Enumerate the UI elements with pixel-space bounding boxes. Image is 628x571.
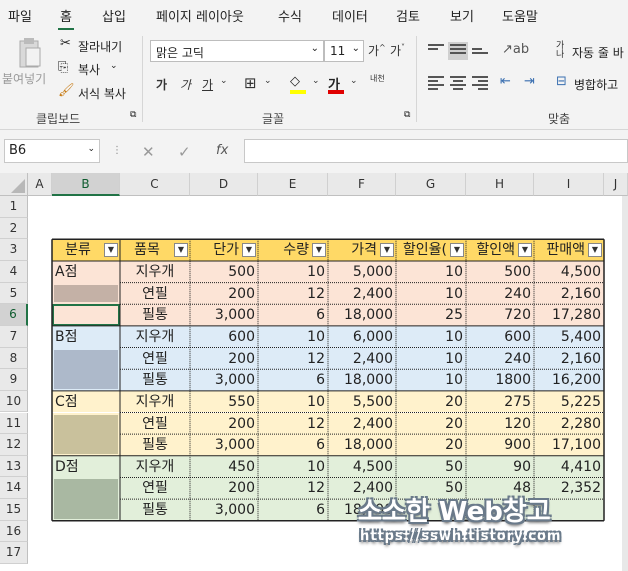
ribbon: 붙여넣기 ✂ 잘라내기 ⎘ 복사 ⌄ 🖌 서식 복사 클립보드 ⧉ 맑은 고딕 … (0, 30, 628, 130)
merge-center-button[interactable]: 병합하고 (574, 76, 618, 93)
chevron-down-icon: ⌄ (87, 144, 95, 154)
align-bottom-icon[interactable] (472, 48, 488, 62)
menu-item-7[interactable]: 보기 (450, 6, 474, 25)
merge-icon[interactable]: ⊟ (556, 74, 567, 89)
clipboard-group-label: 클립보드 (36, 112, 81, 126)
copy-button[interactable]: 복사 (78, 61, 100, 78)
cut-button[interactable]: 잘라내기 (78, 38, 122, 55)
cut-icon: ✂ (60, 36, 71, 51)
align-top-icon[interactable] (428, 44, 444, 58)
group-divider (416, 36, 417, 122)
name-box[interactable]: B6 ⌄ (4, 139, 100, 163)
font-name-select[interactable]: 맑은 고딕 ⌄ (150, 40, 324, 62)
chevron-down-icon[interactable]: ⌄ (312, 76, 320, 86)
increase-font-icon[interactable]: 가^ (368, 42, 386, 59)
font-color-icon[interactable]: 가 (328, 74, 344, 94)
italic-button[interactable]: 가 (180, 76, 191, 93)
paste-button[interactable]: 붙여넣기 (2, 70, 46, 87)
formula-input[interactable] (244, 139, 628, 163)
font-size-value: 11 (330, 44, 346, 58)
chevron-down-icon[interactable]: ⌄ (350, 76, 358, 86)
chevron-down-icon[interactable]: ⌄ (220, 76, 228, 86)
decrease-font-icon[interactable]: 가˅ (390, 42, 405, 59)
border-icon[interactable]: ⊞ (244, 74, 257, 92)
decrease-indent-icon[interactable]: ⇤ (500, 74, 511, 89)
name-box-value: B6 (9, 143, 27, 158)
chevron-down-icon: ⌄ (310, 43, 319, 54)
format-painter-button[interactable]: 서식 복사 (78, 85, 126, 102)
dialog-launcher-icon[interactable]: ⧉ (404, 110, 410, 120)
font-name-value: 맑은 고딕 (156, 46, 204, 60)
format-painter-icon: 🖌 (58, 83, 75, 98)
wrap-text-icon[interactable]: 가나 (556, 42, 564, 60)
menu-item-6[interactable]: 검토 (396, 6, 420, 25)
align-left-icon[interactable] (428, 76, 444, 90)
cancel-icon[interactable]: ✕ (142, 143, 155, 161)
group-divider (142, 36, 143, 122)
alignment-group-label: 맞춤 (548, 112, 571, 126)
worksheet-grid[interactable]: ABCDEFGHIJ 1 2 3 4 5 6 7 8 9 10 11 12 13 14 15 16 17 분류 ▼… (0, 173, 628, 571)
align-center-icon[interactable] (450, 76, 466, 90)
watermark-url: https://sswh.tistory.com (360, 529, 562, 544)
dialog-launcher-icon[interactable]: ⧉ (130, 110, 136, 120)
chevron-down-icon: ⌄ (351, 43, 360, 54)
font-group-label: 글꼴 (262, 112, 285, 126)
bold-button[interactable]: 가 (156, 76, 167, 93)
underline-button[interactable]: 가 (202, 76, 213, 93)
menu-item-1[interactable]: 홈 (58, 6, 74, 31)
menu-item-5[interactable]: 데이터 (332, 6, 368, 25)
copy-icon: ⎘ (58, 60, 69, 75)
formula-bar: B6 ⌄ ⋮ ✕ ✓ fx (0, 133, 628, 169)
menu-item-2[interactable]: 삽입 (102, 6, 126, 25)
chevron-down-icon[interactable]: ⌄ (264, 76, 272, 86)
font-size-select[interactable]: 11 ⌄ (324, 40, 364, 62)
vertical-scrollbar[interactable] (622, 196, 628, 571)
menu-bar: 파일 홈 삽입 페이지 레이아웃 수식 데이터 검토 보기 도움말 (0, 0, 628, 31)
orientation-icon[interactable]: ↗ab (502, 42, 529, 57)
menu-item-0[interactable]: 파일 (8, 6, 32, 25)
increase-indent-icon[interactable]: ⇥ (524, 74, 535, 89)
menu-item-8[interactable]: 도움말 (502, 6, 538, 25)
enter-icon[interactable]: ✓ (178, 143, 191, 161)
watermark-title: 소소한 Web창고 (358, 497, 551, 527)
paste-icon[interactable] (14, 38, 44, 72)
chevron-down-icon[interactable]: ⌄ (110, 61, 118, 71)
align-middle-icon[interactable] (448, 42, 468, 60)
more-options-icon: ⋮ (112, 145, 122, 156)
phonetic-button[interactable]: 내천 (370, 74, 386, 83)
menu-item-3[interactable]: 페이지 레이아웃 (156, 6, 244, 25)
insert-function-button[interactable]: fx (216, 143, 228, 158)
fill-color-icon[interactable]: ◇ (290, 74, 306, 94)
wrap-text-button[interactable]: 자동 줄 바 (572, 44, 624, 61)
menu-item-4[interactable]: 수식 (278, 6, 302, 25)
align-right-icon[interactable] (472, 76, 488, 90)
